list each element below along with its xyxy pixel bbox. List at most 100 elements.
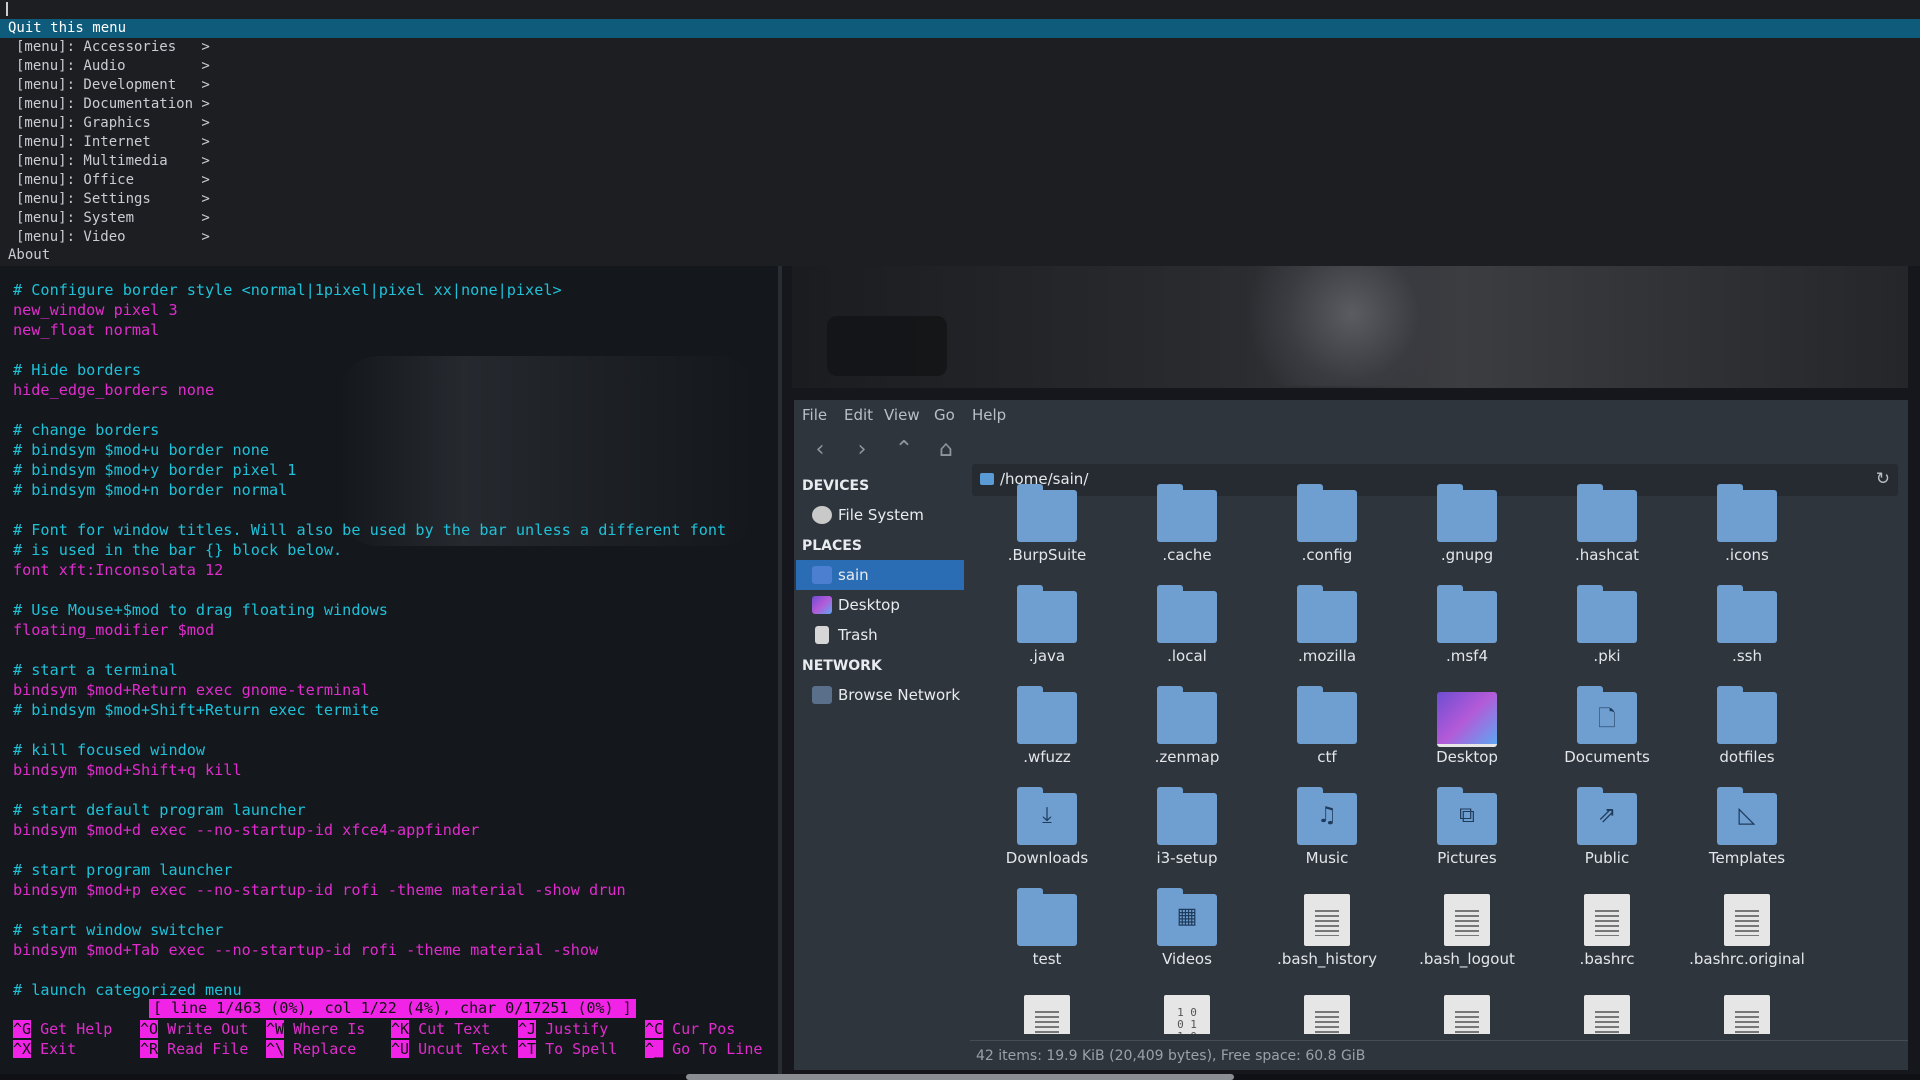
- folder-item[interactable]: .ssh: [1676, 583, 1806, 683]
- item-name: .msf4: [1445, 647, 1489, 665]
- editor-line: new_window pixel 3: [13, 301, 178, 319]
- text-file-icon: [1444, 995, 1490, 1034]
- home-icon[interactable]: ⌂: [934, 438, 958, 462]
- back-icon[interactable]: ‹: [808, 438, 832, 462]
- menubar: File Edit View Go Help: [794, 400, 1908, 430]
- editor-line: # start a terminal: [13, 661, 178, 679]
- folder-item[interactable]: .mozilla: [1256, 583, 1386, 683]
- menu-item-category[interactable]: [menu]: System >: [16, 209, 210, 228]
- file-item[interactable]: [1256, 987, 1386, 1034]
- sidebar-item-browse-network[interactable]: Browse Network: [796, 680, 964, 710]
- folder-item[interactable]: .icons: [1676, 482, 1806, 582]
- shortcut-label: Go To Line: [672, 1040, 763, 1058]
- menu-item-about[interactable]: About: [8, 246, 50, 265]
- menu-help[interactable]: Help: [972, 406, 1006, 424]
- shortcut-hint: ^X Exit: [13, 1040, 76, 1059]
- menu-item-category[interactable]: [menu]: Accessories >: [16, 38, 210, 57]
- item-name: .java: [1028, 647, 1066, 665]
- menu-item-category[interactable]: [menu]: Video >: [16, 228, 210, 247]
- up-icon[interactable]: ⌃: [892, 438, 916, 462]
- shortcut-label: Uncut Text: [418, 1040, 509, 1058]
- file-item[interactable]: [1396, 987, 1526, 1034]
- shortcut-key: ^\: [266, 1040, 285, 1058]
- text-lines-glyph: [1035, 1011, 1059, 1034]
- folder-item[interactable]: ctf: [1256, 684, 1386, 784]
- menu-go[interactable]: Go: [934, 406, 955, 424]
- menu-view[interactable]: View: [884, 406, 920, 424]
- folder-item[interactable]: .cache: [1116, 482, 1246, 582]
- file-item[interactable]: .bashrc: [1536, 886, 1666, 986]
- forward-icon[interactable]: ›: [850, 438, 874, 462]
- file-item[interactable]: .bash_history: [1256, 886, 1386, 986]
- sidebar-item-trash[interactable]: Trash: [796, 620, 964, 650]
- file-item[interactable]: [1536, 987, 1666, 1034]
- folder-item[interactable]: .wfuzz: [976, 684, 1106, 784]
- editor-line: # start program launcher: [13, 861, 233, 879]
- terminal-window[interactable]: # Configure border style <normal|1pixel|…: [0, 266, 782, 1074]
- sidebar-item-label: sain: [838, 566, 869, 584]
- folder-item[interactable]: .BurpSuite: [976, 482, 1106, 582]
- shortcut-hint: ^W Where Is: [266, 1020, 365, 1039]
- folder-item[interactable]: i3-setup: [1116, 785, 1246, 885]
- menu-item-category[interactable]: [menu]: Settings >: [16, 190, 210, 209]
- sidebar-item-sain[interactable]: sain: [796, 560, 964, 590]
- folder-item[interactable]: .gnupg: [1396, 482, 1526, 582]
- folder-item[interactable]: ▦ Videos: [1116, 886, 1246, 986]
- shortcut-key: ^U: [391, 1040, 410, 1058]
- folder-item[interactable]: .config: [1256, 482, 1386, 582]
- menu-item-category[interactable]: [menu]: Development >: [16, 76, 210, 95]
- menu-item-category[interactable]: [menu]: Graphics >: [16, 114, 210, 133]
- menu-item-category[interactable]: [menu]: Audio >: [16, 57, 210, 76]
- shortcut-label: Exit: [40, 1040, 77, 1058]
- desktop-folder-icon: [1437, 692, 1497, 747]
- menu-item-quit[interactable]: Quit this menu: [0, 19, 1920, 38]
- file-item[interactable]: [976, 987, 1106, 1034]
- folder-item[interactable]: .java: [976, 583, 1106, 683]
- sidebar-item-file-system[interactable]: File System: [796, 500, 964, 530]
- shortcut-hint: ^\ Replace: [266, 1040, 356, 1059]
- folder-item[interactable]: .zenmap: [1116, 684, 1246, 784]
- menu-prompt[interactable]: [6, 0, 8, 18]
- editor-line: bindsym $mod+Return exec gnome-terminal: [13, 681, 370, 699]
- folder-item[interactable]: ◺ Templates: [1676, 785, 1806, 885]
- folder-item[interactable]: Desktop: [1396, 684, 1526, 784]
- folder-item[interactable]: ⧉ Pictures: [1396, 785, 1526, 885]
- menu-edit[interactable]: Edit: [844, 406, 873, 424]
- folder-item[interactable]: .local: [1116, 583, 1246, 683]
- folder-icon: [1437, 585, 1497, 643]
- folder-item[interactable]: .pki: [1536, 583, 1666, 683]
- menu-item-category[interactable]: [menu]: Internet >: [16, 133, 210, 152]
- menu-item-category[interactable]: [menu]: Documentation >: [16, 95, 210, 114]
- menu-item-category[interactable]: [menu]: Office >: [16, 171, 210, 190]
- editor-line: # Font for window titles. Will also be u…: [13, 521, 727, 539]
- folder-item[interactable]: .msf4: [1396, 583, 1526, 683]
- menu-item-category[interactable]: [menu]: Multimedia >: [16, 152, 210, 171]
- text-file-icon: [1024, 995, 1070, 1034]
- folder-icon: [1017, 585, 1077, 643]
- sidebar-header-network: NETWORK: [802, 658, 882, 674]
- binary-glyph: 1 0 0 1 1 0: [1177, 1006, 1197, 1035]
- shortcut-label: Where Is: [293, 1020, 366, 1038]
- folder-item[interactable]: .hashcat: [1536, 482, 1666, 582]
- file-item[interactable]: .bashrc.original: [1676, 886, 1806, 986]
- folder-item[interactable]: ⤓ Downloads: [976, 785, 1106, 885]
- folder-item[interactable]: test: [976, 886, 1106, 986]
- editor-line: # Hide borders: [13, 361, 142, 379]
- editor-line: # start default program launcher: [13, 801, 306, 819]
- sidebar-item-desktop[interactable]: Desktop: [796, 590, 964, 620]
- file-item[interactable]: .bash_logout: [1396, 886, 1526, 986]
- item-name: .config: [1301, 546, 1353, 564]
- file-item[interactable]: 1 0 0 1 1 0: [1116, 987, 1246, 1034]
- shortcut-label: Get Help: [40, 1020, 113, 1038]
- item-name: Pictures: [1437, 849, 1497, 867]
- shortcut-key: ^K: [391, 1020, 410, 1038]
- folder-item[interactable]: 🗋 Documents: [1536, 684, 1666, 784]
- folder-item[interactable]: ♫ Music: [1256, 785, 1386, 885]
- folder-item[interactable]: dotfiles: [1676, 684, 1806, 784]
- file-item[interactable]: [1676, 987, 1806, 1034]
- desktop-wallpaper: [792, 266, 1908, 388]
- menu-file[interactable]: File: [802, 406, 827, 424]
- item-name: Templates: [1708, 849, 1786, 867]
- item-name: .bashrc.original: [1689, 950, 1805, 968]
- folder-item[interactable]: ⇗ Public: [1536, 785, 1666, 885]
